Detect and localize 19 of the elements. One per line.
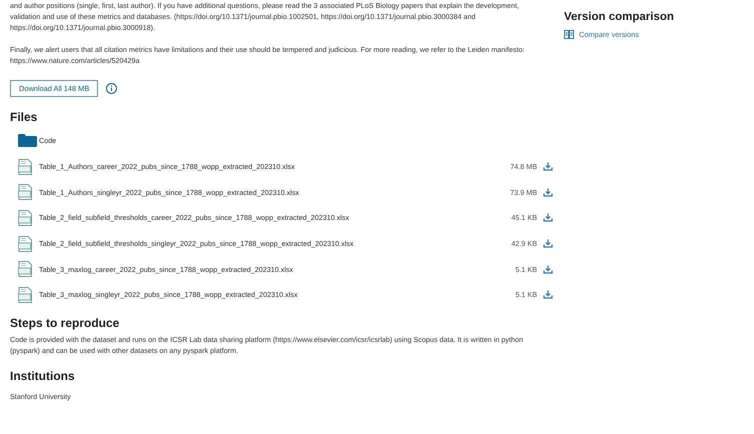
section-heading: Files	[10, 110, 38, 124]
section-heading: Institutions	[10, 368, 76, 383]
spreadsheet-file-icon	[18, 158, 32, 175]
download-icon[interactable]	[543, 290, 553, 300]
download-icon[interactable]	[543, 264, 553, 274]
info-icon[interactable]	[106, 83, 118, 94]
sidebar-heading: Version comparison	[564, 11, 674, 23]
spreadsheet-file-icon	[18, 286, 32, 303]
section-heading: Steps to reproduce	[10, 316, 120, 330]
folder-icon	[18, 134, 37, 148]
spreadsheet-file-icon	[18, 236, 32, 252]
download-icon[interactable]	[543, 213, 553, 222]
spreadsheet-file-icon	[18, 261, 32, 278]
spreadsheet-file-icon	[18, 184, 32, 200]
download-icon[interactable]	[543, 239, 553, 248]
compare-icon[interactable]	[564, 30, 574, 39]
download-icon[interactable]	[543, 188, 553, 197]
spreadsheet-file-icon	[18, 210, 32, 226]
download-icon[interactable]	[543, 162, 553, 172]
